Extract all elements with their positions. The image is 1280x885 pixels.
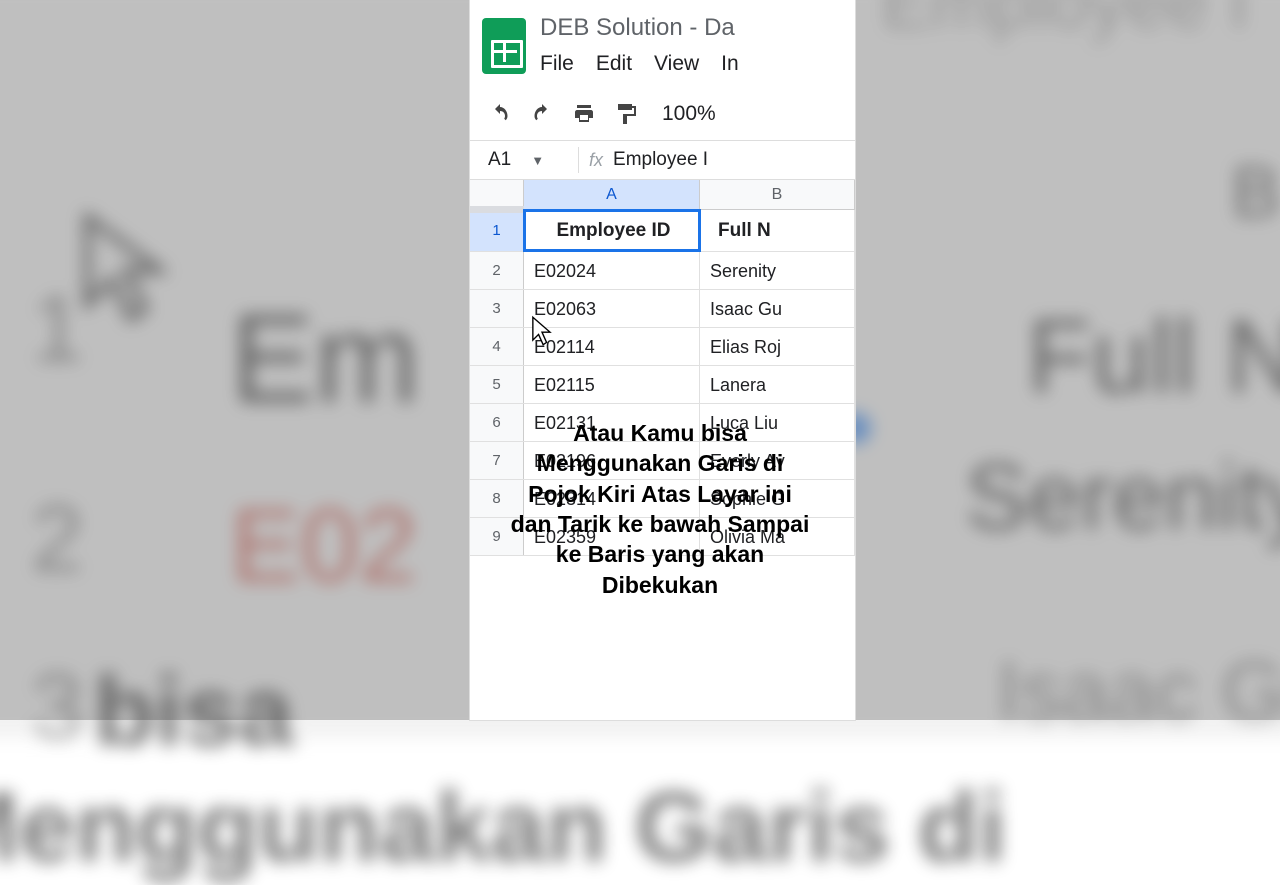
table-row: 1 Employee ID Full N [470, 210, 855, 252]
row-header-2[interactable]: 2 [470, 252, 524, 289]
table-row: 4 E02114 Elias Roj [470, 328, 855, 366]
cell-a2[interactable]: E02024 [524, 252, 700, 289]
cell-b9[interactable]: Olivia Ma [700, 518, 855, 555]
undo-icon[interactable] [488, 103, 512, 125]
name-box-caret-icon: ▼ [531, 153, 544, 168]
menu-bar: File Edit View In [540, 52, 843, 76]
toolbar: 100% [470, 78, 855, 140]
cell-b3[interactable]: Isaac Gu [700, 290, 855, 327]
cell-b7[interactable]: Everly Av [700, 442, 855, 479]
row-header-1[interactable]: 1 [470, 210, 524, 251]
cell-a3[interactable]: E02063 [524, 290, 700, 327]
divider [578, 147, 579, 173]
name-box[interactable]: A1 ▼ [470, 149, 568, 171]
table-row: 7 E02196 Everly Av [470, 442, 855, 480]
row-header-9[interactable]: 9 [470, 518, 524, 555]
doc-title[interactable]: DEB Solution - Da [540, 14, 843, 42]
row-header-5[interactable]: 5 [470, 366, 524, 403]
doc-header: DEB Solution - Da File Edit View In [470, 0, 855, 78]
freeze-handle[interactable] [470, 206, 524, 213]
cell-b1[interactable]: Full N [700, 210, 855, 251]
cell-b5[interactable]: Lanera [700, 366, 855, 403]
row-header-3[interactable]: 3 [470, 290, 524, 327]
table-row: 2 E02024 Serenity [470, 252, 855, 290]
cell-a9[interactable]: E02359 [524, 518, 700, 555]
paint-format-icon[interactable] [614, 103, 638, 125]
row-header-6[interactable]: 6 [470, 404, 524, 441]
zoom-dropdown[interactable]: 100% [662, 102, 716, 126]
cell-a5[interactable]: E02115 [524, 366, 700, 403]
column-headers: A B [470, 180, 855, 210]
name-box-value: A1 [488, 149, 511, 171]
cell-b4[interactable]: Elias Roj [700, 328, 855, 365]
table-row: 6 E02131 Luca Liu [470, 404, 855, 442]
bg-subtitle-2: Menggunakan Garis di [0, 771, 1006, 885]
formula-bar[interactable]: Employee I [613, 149, 708, 171]
redo-icon[interactable] [530, 103, 554, 125]
row-header-8[interactable]: 8 [470, 480, 524, 517]
cell-a1[interactable]: Employee ID [524, 210, 700, 251]
cell-b8[interactable]: Sophie G [700, 480, 855, 517]
table-row: 3 E02063 Isaac Gu [470, 290, 855, 328]
cell-b6[interactable]: Luca Liu [700, 404, 855, 441]
spreadsheet-grid[interactable]: A B 1 Employee ID Full N 2 E02024 Sereni… [470, 180, 855, 556]
menu-view[interactable]: View [654, 52, 699, 76]
sheets-panel: DEB Solution - Da File Edit View In 100%… [470, 0, 855, 720]
cell-b2[interactable]: Serenity [700, 252, 855, 289]
sheets-app-icon[interactable] [482, 18, 526, 74]
select-all-corner[interactable] [470, 180, 524, 210]
row-header-7[interactable]: 7 [470, 442, 524, 479]
table-row: 8 E02314 Sophie G [470, 480, 855, 518]
table-row: 9 E02359 Olivia Ma [470, 518, 855, 556]
name-formula-row: A1 ▼ fx Employee I [470, 140, 855, 180]
col-header-b[interactable]: B [700, 180, 855, 209]
menu-insert[interactable]: In [721, 52, 739, 76]
menu-edit[interactable]: Edit [596, 52, 632, 76]
cell-a6[interactable]: E02131 [524, 404, 700, 441]
table-row: 5 E02115 Lanera [470, 366, 855, 404]
row-header-4[interactable]: 4 [470, 328, 524, 365]
fx-icon: fx [589, 150, 603, 171]
cell-a4[interactable]: E02114 [524, 328, 700, 365]
col-header-a[interactable]: A [524, 180, 700, 209]
print-icon[interactable] [572, 103, 596, 125]
cell-a7[interactable]: E02196 [524, 442, 700, 479]
menu-file[interactable]: File [540, 52, 574, 76]
cell-a8[interactable]: E02314 [524, 480, 700, 517]
